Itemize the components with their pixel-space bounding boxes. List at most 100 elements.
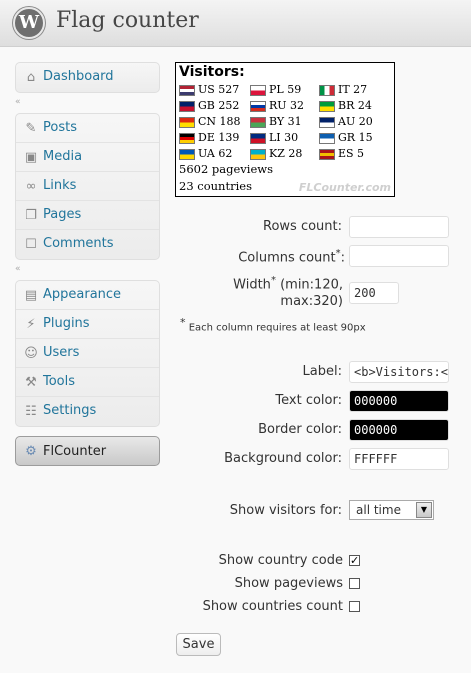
text-color-label: Text color: [275,393,342,408]
country-count: BR 24 [338,99,372,112]
sidebar-item-tools[interactable]: ⚒ Tools [16,368,159,397]
sidebar-item-flcounter[interactable]: ⚙ FlCounter [15,436,160,466]
sidebar-group-admin: ▤ Appearance ⚡ Plugins ☺ Users ⚒ Tools ☷… [15,280,160,427]
sidebar-item-pages[interactable]: ❐ Pages [16,201,159,230]
sidebar-group-dashboard: ⌂ Dashboard [15,62,160,93]
widget-row: US 527 PL 59 IT 27 [179,82,393,98]
sidebar-item-appearance[interactable]: ▤ Appearance [16,281,159,310]
rows-count-label: Rows count: [263,219,342,234]
flag-counter-preview: Visitors: 5602 pageviews 23 countries FL… [175,62,395,197]
flag-ru-icon [250,101,266,112]
flag-by-icon [250,117,266,128]
show-visitors-label: Show visitors for: [229,503,342,518]
flag-gr-icon [319,133,335,144]
flag-au-icon [319,117,335,128]
sidebar-group-content: ✎ Posts ▣ Media ∞ Links ❐ Pages ☐ Commen… [15,113,160,260]
background-color-input[interactable]: FFFFFF [349,448,449,470]
sidebar-item-label: Dashboard [43,69,114,84]
sidebar-item-settings[interactable]: ☷ Settings [16,397,159,426]
pin-icon: ✎ [25,121,37,136]
country-count: GB 252 [198,99,240,112]
collapse-arrow-icon[interactable]: « [15,264,21,274]
border-color-input[interactable]: 000000 [349,419,449,441]
sidebar-item-plugins[interactable]: ⚡ Plugins [16,310,159,339]
tools-icon: ⚒ [25,375,37,390]
border-color-label: Border color: [258,422,342,437]
sidebar-item-comments[interactable]: ☐ Comments [16,230,159,259]
sidebar-item-label: Links [43,178,77,193]
sidebar-item-label: FlCounter [43,444,107,459]
country-count: BY 31 [269,115,302,128]
widget-title: Visitors: [179,64,245,80]
sidebar-item-label: Comments [43,236,114,251]
dropdown-arrow-icon[interactable]: ▼ [416,502,432,518]
country-count: AU 20 [338,115,373,128]
country-count: DE 139 [198,131,240,144]
settings-icon: ☷ [25,404,37,419]
widget-row: GB 252 RU 32 BR 24 [179,98,393,114]
plugin-icon: ⚡ [26,317,36,332]
show-country-code-label: Show country code [218,553,343,568]
widget-row: UA 62 KZ 28 ES 5 [179,146,393,162]
width-label: Width* (min:120, [233,275,343,293]
flag-it-icon [319,85,335,96]
show-country-code-checkbox[interactable]: ✓ [349,555,360,566]
flag-kz-icon [250,149,266,160]
comment-icon: ☐ [25,237,37,252]
label-input[interactable]: <b>Visitors:</ [349,361,449,383]
background-color-label: Background color: [224,451,342,466]
flag-de-icon [179,133,195,144]
text-color-input[interactable]: 000000 [349,390,449,412]
sidebar-item-label: Posts [43,120,77,135]
columns-count-input[interactable] [349,245,449,267]
sidebar-item-label: Media [43,149,83,164]
sidebar-item-label: Tools [43,374,76,389]
flag-cn-icon [179,117,195,128]
widget-row: DE 139 LI 30 GR 15 [179,130,393,146]
country-count: UA 62 [198,147,233,160]
wordpress-logo-icon[interactable]: W [13,7,45,39]
label-field-label: Label: [302,364,342,379]
country-count: PL 59 [269,83,302,96]
page-title: Flag counter [56,8,199,33]
house-icon: ⌂ [26,70,36,85]
country-count: GR 15 [338,131,373,144]
country-count: US 527 [198,83,240,96]
users-icon: ☺ [24,346,38,361]
sidebar-item-media[interactable]: ▣ Media [16,143,159,172]
width-hint: max:320) [280,294,343,309]
collapse-arrow-icon[interactable]: « [15,97,21,107]
columns-count-label: Columns count*: [238,248,345,266]
flag-pl-icon [250,85,266,96]
show-visitors-select[interactable]: all time ▼ [349,500,434,520]
country-count: IT 27 [338,83,368,96]
widget-row: CN 188 BY 31 AU 20 [179,114,393,130]
sidebar-item-label: Appearance [43,287,122,302]
save-button[interactable]: Save [176,633,221,656]
width-input[interactable]: 200 [349,282,399,304]
flag-es-icon [319,149,335,160]
sidebar-item-dashboard[interactable]: ⌂ Dashboard [16,63,159,92]
show-countries-count-label: Show countries count [202,599,343,614]
show-pageviews-checkbox[interactable] [349,578,360,589]
country-count: RU 32 [269,99,305,112]
column-width-note: * Each column requires at least 90px [180,316,366,334]
rows-count-input[interactable] [349,216,449,238]
sidebar-item-posts[interactable]: ✎ Posts [16,114,159,143]
sidebar-item-links[interactable]: ∞ Links [16,172,159,201]
sidebar-item-users[interactable]: ☺ Users [16,339,159,368]
link-icon: ∞ [25,179,37,194]
country-count: CN 188 [198,115,241,128]
flag-ua-icon [179,149,195,160]
widget-pageviews: 5602 pageviews [179,162,274,176]
flcounter-watermark: FLCounter.com [298,181,391,194]
sidebar-item-label: Settings [43,403,97,418]
sidebar-item-label: Users [43,345,80,360]
sidebar-item-label: Plugins [43,316,90,331]
country-count: ES 5 [338,147,365,160]
show-countries-count-checkbox[interactable] [349,601,360,612]
pages-icon: ❐ [25,208,37,223]
header-bar: W Flag counter [0,0,471,47]
sidebar-item-label: Pages [43,207,82,222]
flag-li-icon [250,133,266,144]
